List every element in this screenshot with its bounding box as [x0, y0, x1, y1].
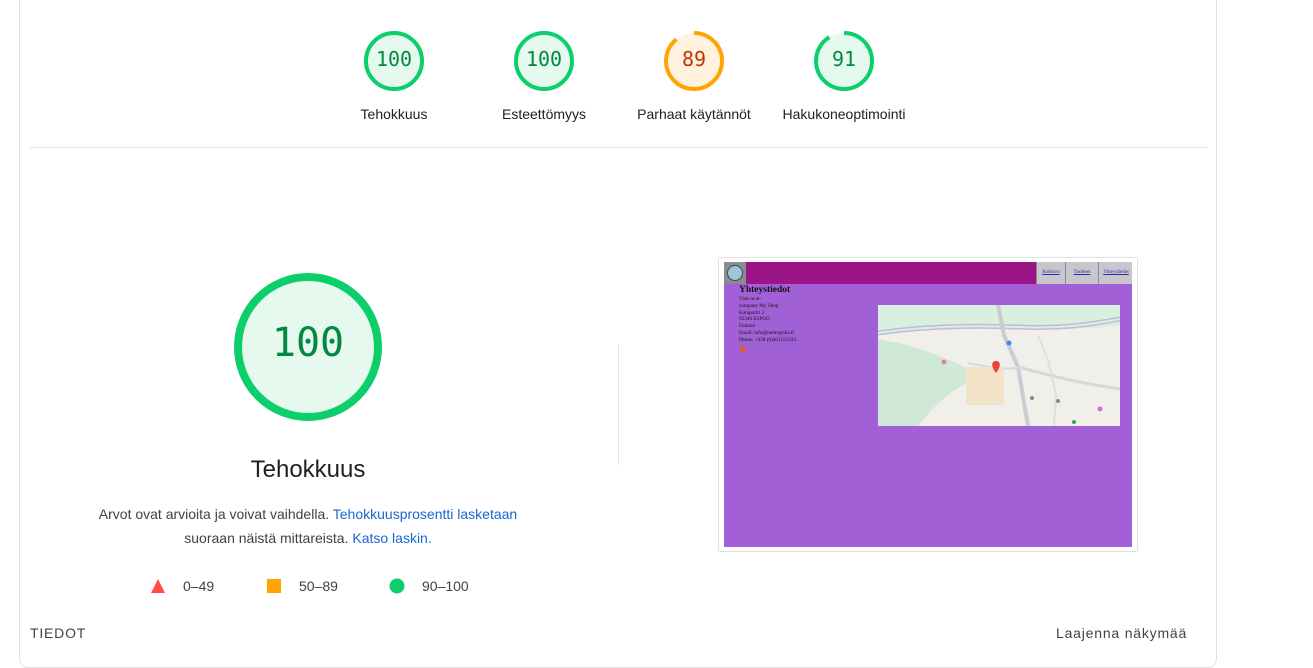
- calculator-link[interactable]: Katso laskin.: [352, 530, 431, 546]
- screenshot-nav-contact: Yhteystiedot: [1098, 262, 1132, 284]
- screenshot-nav-products: Tuotteet: [1065, 262, 1098, 284]
- orange-square-icon: [267, 579, 281, 593]
- address-line: Visit us at:: [739, 296, 762, 302]
- description-text-1: Arvot ovat arvioita ja voivat vaihdella.: [98, 506, 330, 522]
- gauge-seo[interactable]: 91 Hakukoneoptimointi: [754, 30, 934, 122]
- final-screenshot: Kotisivu Tuotteet Yhteystiedot Yhteystie…: [724, 262, 1132, 547]
- expand-view-button[interactable]: Laajenna näkymää: [1056, 625, 1187, 641]
- description-text-2: suoraan näistä mittareista.: [184, 530, 349, 546]
- performance-big-score: 100: [271, 320, 345, 366]
- gauge-seo-label: Hakukoneoptimointi: [782, 106, 906, 122]
- address-line: Email: info@metropolia.fi: [739, 329, 795, 336]
- screenshot-small-icon: [740, 346, 746, 352]
- address-line: company My Shop: [739, 302, 779, 309]
- screenshot-address: Visit us at: company My Shop Karaportti …: [739, 296, 796, 344]
- address-line: Finland: [739, 323, 755, 330]
- vertical-divider: [618, 345, 619, 465]
- screenshot-nav-home: Kotisivu: [1036, 262, 1065, 284]
- summary-divider: [30, 147, 1208, 148]
- screenshot-heading: Yhteystiedot: [739, 285, 791, 295]
- legend-fail-label: 0–49: [183, 578, 215, 594]
- address-line: Phone: +358 (0)401231233: [739, 336, 797, 343]
- address-line: Karaportti 2: [739, 309, 765, 316]
- details-heading: TIEDOT: [30, 625, 87, 641]
- score-calculation-link[interactable]: Tehokkuusprosentti lasketaan: [333, 506, 517, 522]
- legend-average-label: 50–89: [299, 578, 338, 594]
- screenshot-map-image: [878, 305, 1120, 426]
- legend-pass-label: 90–100: [422, 578, 469, 594]
- green-circle-icon: [389, 578, 405, 594]
- performance-title: Tehokkuus: [250, 456, 366, 483]
- address-line: 02340 ESPOO: [739, 316, 770, 323]
- gauge-seo-score: 91: [831, 47, 857, 71]
- performance-description: Arvot ovat arvioita ja voivat vaihdella.…: [58, 502, 558, 550]
- screenshot-logo-icon: [724, 262, 746, 284]
- red-triangle-icon: [151, 579, 165, 593]
